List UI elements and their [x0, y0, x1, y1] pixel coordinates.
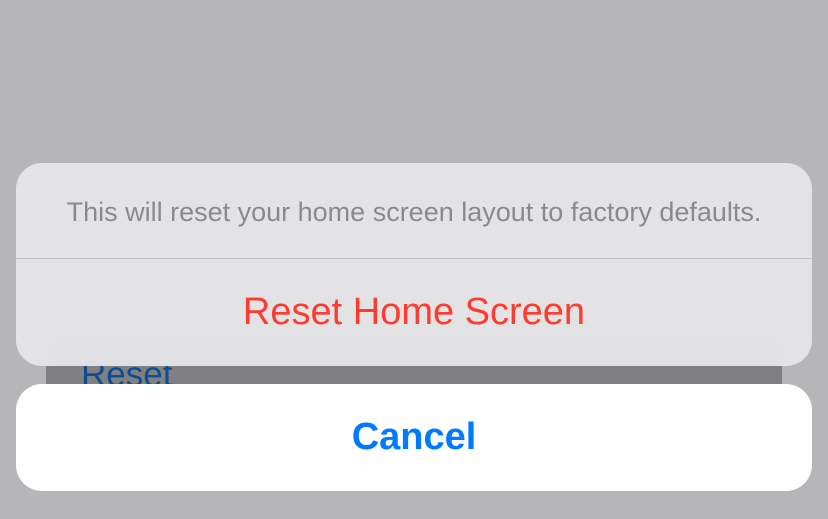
- action-sheet: This will reset your home screen layout …: [16, 163, 812, 366]
- cancel-button-container: Cancel: [16, 384, 812, 491]
- cancel-button[interactable]: Cancel: [16, 384, 812, 491]
- reset-home-screen-button[interactable]: Reset Home Screen: [16, 259, 812, 366]
- action-sheet-message: This will reset your home screen layout …: [16, 163, 812, 259]
